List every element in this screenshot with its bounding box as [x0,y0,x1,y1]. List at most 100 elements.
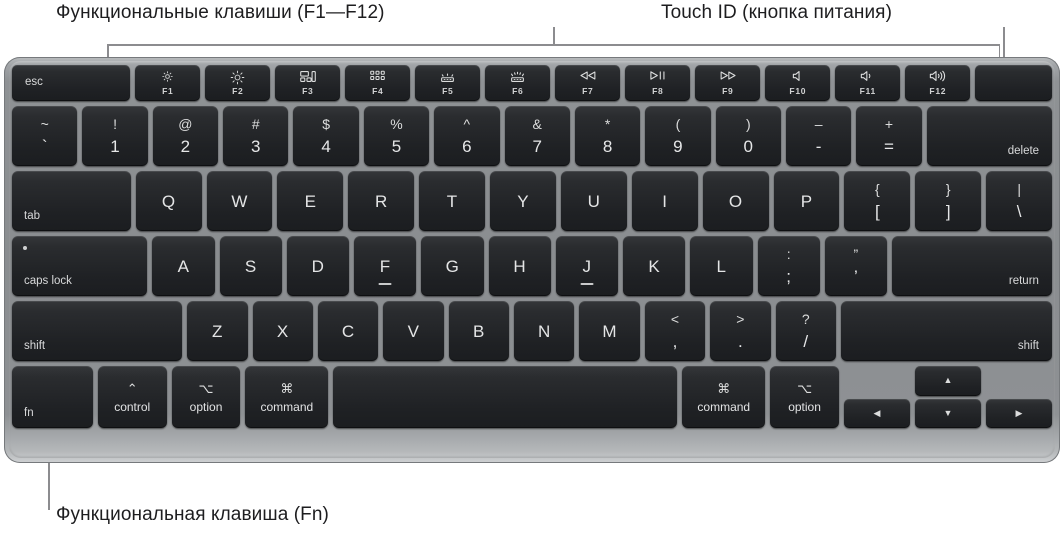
key-3[interactable]: # 3 [223,106,289,166]
key-8[interactable]: * 8 [574,106,641,166]
key-f12-volume-up[interactable]: F12 [905,65,971,101]
key-2[interactable]: @ 2 [152,106,219,166]
key-minus[interactable]: – - [785,106,852,166]
key-e[interactable]: E [277,171,344,231]
key-q[interactable]: Q [135,171,202,231]
key-p[interactable]: P [773,171,840,231]
key-arrow-right[interactable]: ▶ [985,398,1052,428]
key-o[interactable]: O [702,171,769,231]
key-f7-rewind[interactable]: F7 [555,65,621,101]
keyboard-row-qwerty: tab Q W E R T Y U I O P { [ } ] | \ [12,171,1053,231]
key-z[interactable]: Z [187,301,248,361]
key-slash[interactable]: ? / [775,301,836,361]
key-0[interactable]: ) 0 [715,106,781,166]
key-bracket-left[interactable]: { [ [844,171,911,231]
arrow-key-right-wrap: ▶ [985,366,1052,428]
key-arrow-up[interactable]: ▲ [914,366,981,396]
key-f9-fast-forward[interactable]: F9 [695,65,761,101]
key-space[interactable] [333,366,678,428]
function-keys-leader-stem [553,27,555,45]
key-l[interactable]: L [690,236,753,296]
key-4[interactable]: $ 4 [293,106,359,166]
key-b[interactable]: B [448,301,510,361]
key-f2-brightness-up[interactable]: F2 [205,65,271,101]
key-f8-play-pause[interactable]: F8 [625,65,691,101]
key-j[interactable]: J [555,236,619,296]
key-shift-left[interactable]: shift [12,301,183,361]
key-return[interactable]: return [892,236,1052,296]
key-delete[interactable]: delete [926,106,1053,166]
option-symbol-icon: ⌥ [198,380,214,396]
brightness-down-icon [161,70,174,83]
key-h[interactable]: H [488,236,551,296]
key-f5-keyboard-backlight-down[interactable]: F5 [415,65,481,101]
key-command-right[interactable]: ⌘ command [682,366,766,428]
key-bracket-right[interactable]: } ] [915,171,982,231]
key-n[interactable]: N [514,301,575,361]
key-k[interactable]: K [623,236,686,296]
key-period[interactable]: > . [710,301,771,361]
key-u[interactable]: U [560,171,627,231]
key-f3-mission-control[interactable]: F3 [275,65,341,101]
key-6[interactable]: ^ 6 [434,106,500,166]
key-option-left[interactable]: ⌥ option [171,366,241,428]
key-fn[interactable]: fn [12,366,93,428]
key-m[interactable]: M [579,301,640,361]
key-r[interactable]: R [348,171,415,231]
homing-bar-icon [580,283,594,285]
key-5[interactable]: % 5 [363,106,430,166]
keyboard-row-function: esc F1 F2 F3 F4 F5 F6 F7 F8 F9 F10 F11 F… [12,65,1052,101]
key-9[interactable]: ( 9 [645,106,711,166]
key-arrow-left[interactable]: ◀ [843,398,910,428]
key-a[interactable]: A [152,236,215,296]
arrow-right-icon: ▶ [1015,407,1023,418]
arrow-up-icon: ▲ [943,375,953,386]
arrow-keys-up-down-stack: ▲ ▼ [914,366,981,428]
key-grave[interactable]: ~ ` [12,106,78,166]
key-semicolon[interactable]: : ; [757,236,820,296]
key-s[interactable]: S [219,236,282,296]
key-tab[interactable]: tab [12,171,131,231]
play-pause-icon [649,70,666,83]
key-esc[interactable]: esc [12,65,131,101]
key-f1-brightness-down[interactable]: F1 [135,65,201,101]
key-w[interactable]: W [206,171,273,231]
option-symbol-icon: ⌥ [797,380,813,396]
key-t[interactable]: T [419,171,486,231]
key-comma[interactable]: < , [644,301,706,361]
key-7[interactable]: & 7 [504,106,570,166]
key-f11-volume-down[interactable]: F11 [835,65,901,101]
key-g[interactable]: G [421,236,484,296]
key-f[interactable]: F [354,236,417,296]
keyboard-backlight-down-icon [439,70,456,83]
homing-bar-icon [378,283,392,285]
key-d[interactable]: D [286,236,350,296]
volume-down-icon [860,70,875,83]
key-touch-id-power-button[interactable] [975,65,1052,101]
command-symbol-icon: ⌘ [717,380,731,396]
keyboard-row-shift: shift Z X C V B N M < , > . ? / shift [12,301,1052,361]
key-command-left[interactable]: ⌘ command [245,366,329,428]
caps-lock-indicator-icon [23,246,27,250]
key-i[interactable]: I [631,171,698,231]
callout-label-function-keys: Функциональные клавиши (F1—F12) [56,2,385,23]
key-y[interactable]: Y [490,171,556,231]
key-f10-volume-mute[interactable]: F10 [765,65,831,101]
key-option-right[interactable]: ⌥ option [770,366,839,428]
keyboard-row-home: caps lock A S D F G H J K L : ; ” ’ retu… [12,236,1052,296]
key-x[interactable]: X [252,301,313,361]
keyboard-backlight-up-icon [509,70,526,83]
key-v[interactable]: V [383,301,444,361]
key-1[interactable]: ! 1 [82,106,148,166]
key-c[interactable]: C [317,301,379,361]
key-f4-spotlight-grid[interactable]: F4 [345,65,411,101]
key-quote[interactable]: ” ’ [824,236,888,296]
control-symbol-icon: ⌃ [126,380,138,396]
key-arrow-down[interactable]: ▼ [914,398,981,428]
key-backslash[interactable]: | \ [986,171,1053,231]
key-f6-keyboard-backlight-up[interactable]: F6 [485,65,551,101]
key-control[interactable]: ⌃ control [97,366,167,428]
key-equals[interactable]: + = [856,106,922,166]
key-caps-lock[interactable]: caps lock [12,236,148,296]
key-shift-right[interactable]: shift [840,301,1052,361]
